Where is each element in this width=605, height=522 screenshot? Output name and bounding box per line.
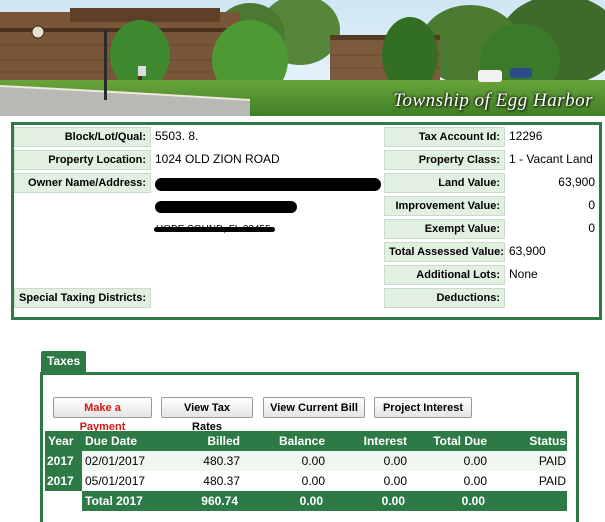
property-info-panel: Block/Lot/Qual: Property Location: Owner… — [11, 122, 602, 320]
row-status: PAID — [538, 454, 566, 468]
property-class-label: Property Class: — [384, 150, 505, 170]
additional-lots-label: Additional Lots: — [384, 265, 505, 285]
land-value-label: Land Value: — [384, 173, 505, 193]
row-balance: 0.00 — [301, 454, 325, 468]
row-status: PAID — [538, 474, 566, 488]
row-year: 2017 — [45, 471, 82, 491]
total-assessed-value-label: Total Assessed Value: — [384, 242, 505, 262]
row-total-due: 0.00 — [463, 474, 487, 488]
col-balance: Balance — [278, 434, 325, 448]
tax-account-id-value: 12296 — [509, 129, 543, 143]
total-total-due: 0.00 — [461, 494, 485, 508]
row-billed: 480.37 — [203, 474, 240, 488]
tax-table-header: Year Due Date Billed Balance Interest To… — [45, 431, 567, 451]
table-row: 2017 02/01/2017 480.37 0.00 0.00 0.00 PA… — [45, 451, 567, 471]
property-class-value: 1 - Vacant Land — [509, 152, 593, 166]
exempt-value-value: 0 — [588, 221, 595, 235]
township-logo-text: Township of Egg Harbor — [393, 90, 593, 111]
row-total-due: 0.00 — [463, 454, 487, 468]
make-payment-button[interactable]: Make a Payment — [53, 397, 152, 433]
col-due-date: Due Date — [85, 434, 138, 448]
additional-lots-value: None — [509, 267, 538, 281]
total-interest: 0.00 — [381, 494, 405, 508]
row-year: 2017 — [45, 451, 82, 471]
exempt-value-label: Exempt Value: — [384, 219, 505, 239]
total-billed: 960.74 — [201, 494, 238, 508]
table-row: 2017 05/01/2017 480.37 0.00 0.00 0.00 PA… — [45, 471, 567, 491]
improvement-value-label: Improvement Value: — [384, 196, 505, 216]
block-lot-qual-label: Block/Lot/Qual: — [14, 127, 151, 147]
row-due-date: 02/01/2017 — [85, 454, 146, 468]
project-interest-button[interactable]: Project Interest — [374, 397, 472, 418]
row-balance: 0.00 — [301, 474, 325, 488]
total-balance: 0.00 — [299, 494, 323, 508]
block-lot-qual-value: 5503. 8. — [155, 129, 199, 143]
row-due-date: 05/01/2017 — [85, 474, 146, 488]
col-billed: Billed — [207, 434, 240, 448]
tab-taxes[interactable]: Taxes — [41, 351, 87, 372]
property-location-value: 1024 OLD ZION ROAD — [155, 152, 280, 166]
total-assessed-value-value: 63,900 — [509, 244, 546, 258]
tax-account-id-label: Tax Account Id: — [384, 127, 505, 147]
owner-city-state-zip: HOBE SOUND, FL 33455 — [154, 224, 275, 235]
col-interest: Interest — [363, 434, 407, 448]
redacted-owner-street — [155, 201, 297, 213]
row-billed: 480.37 — [203, 454, 240, 468]
col-status: Status — [529, 434, 566, 448]
total-year-blank — [45, 491, 82, 511]
improvement-value-value: 0 — [588, 198, 595, 212]
total-row: Total 2017 960.74 0.00 0.00 0.00 — [82, 491, 567, 511]
view-tax-rates-button[interactable]: View Tax Rates — [161, 397, 253, 433]
row-interest: 0.00 — [383, 474, 407, 488]
redacted-owner-name — [155, 178, 381, 191]
total-label: Total 2017 — [85, 494, 143, 508]
owner-name-address-label: Owner Name/Address: — [14, 173, 151, 193]
col-total-due: Total Due — [433, 434, 487, 448]
deductions-label: Deductions: — [384, 288, 505, 308]
special-taxing-districts-label: Special Taxing Districts: — [14, 288, 151, 308]
view-current-bill-button[interactable]: View Current Bill — [263, 397, 365, 418]
taxes-panel: Make a Payment View Tax Rates View Curre… — [40, 372, 579, 522]
header-banner: Township of Egg Harbor — [0, 0, 605, 116]
property-location-label: Property Location: — [14, 150, 151, 170]
col-year: Year — [48, 434, 74, 448]
land-value-value: 63,900 — [558, 175, 595, 189]
row-interest: 0.00 — [383, 454, 407, 468]
